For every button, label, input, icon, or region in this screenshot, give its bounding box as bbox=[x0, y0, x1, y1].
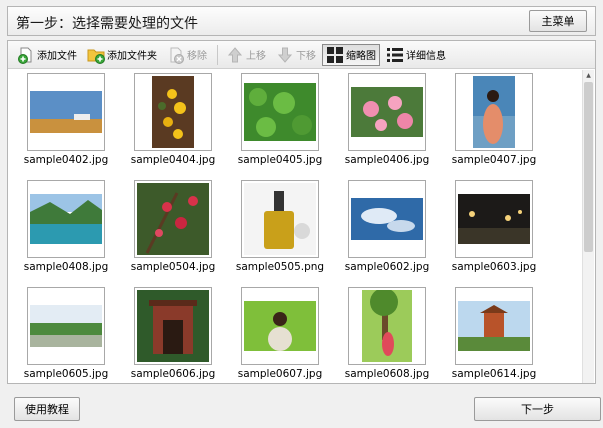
file-thumbnail-tile[interactable]: sample0404.jpg bbox=[123, 73, 223, 166]
file-name-label: sample0607.jpg bbox=[237, 368, 323, 380]
grid-view-icon bbox=[326, 46, 344, 64]
thumbnail-image[interactable] bbox=[455, 287, 533, 365]
thumbnail-image[interactable] bbox=[241, 180, 319, 258]
thumbnail-image[interactable] bbox=[455, 73, 533, 151]
tutorial-button[interactable]: 使用教程 bbox=[14, 397, 80, 421]
thumbnail-image[interactable] bbox=[27, 287, 105, 365]
thumbnail-image[interactable] bbox=[134, 180, 212, 258]
file-name-label: sample0404.jpg bbox=[130, 154, 216, 166]
add-file-label: 添加文件 bbox=[37, 51, 77, 62]
thumbnail-grid: sample0402.jpg sample0404.jpg sample0405.j… bbox=[8, 70, 583, 383]
file-thumbnail-tile[interactable]: sample0407.jpg bbox=[444, 73, 544, 166]
file-name-label: sample0608.jpg bbox=[344, 368, 430, 380]
move-up-label: 上移 bbox=[246, 51, 266, 62]
toolbar-separator bbox=[217, 44, 218, 65]
vertical-scrollbar[interactable]: ▲ bbox=[582, 70, 594, 383]
file-name-label: sample0602.jpg bbox=[344, 261, 430, 273]
file-name-label: sample0505.png bbox=[235, 261, 325, 273]
thumbnail-image[interactable] bbox=[241, 73, 319, 151]
details-view-label: 详细信息 bbox=[406, 51, 446, 62]
thumbnail-image[interactable] bbox=[455, 180, 533, 258]
file-thumbnail-tile[interactable]: sample0408.jpg bbox=[16, 180, 116, 273]
file-name-label: sample0603.jpg bbox=[451, 261, 537, 273]
remove-label: 移除 bbox=[187, 51, 207, 62]
toolbar: 添加文件 添加文件夹 移除 上移 下移 缩略图 详细信息 bbox=[8, 41, 595, 69]
page-title: 第一步：选择需要处理的文件 bbox=[16, 16, 198, 32]
move-up-button[interactable]: 上移 bbox=[222, 44, 270, 66]
file-name-label: sample0408.jpg bbox=[23, 261, 109, 273]
thumbnail-view-label: 缩略图 bbox=[346, 51, 376, 62]
arrow-down-icon bbox=[276, 46, 294, 64]
file-name-label: sample0407.jpg bbox=[451, 154, 537, 166]
thumbnail-image[interactable] bbox=[27, 73, 105, 151]
thumbnail-image[interactable] bbox=[348, 287, 426, 365]
add-folder-icon bbox=[87, 46, 105, 64]
file-name-label: sample0504.jpg bbox=[130, 261, 216, 273]
move-down-button[interactable]: 下移 bbox=[272, 44, 320, 66]
file-thumbnail-tile[interactable]: sample0505.png bbox=[230, 180, 330, 273]
file-name-label: sample0402.jpg bbox=[23, 154, 109, 166]
thumbnail-image[interactable] bbox=[27, 180, 105, 258]
file-thumbnail-tile[interactable]: sample0606.jpg bbox=[123, 287, 223, 380]
thumbnail-image[interactable] bbox=[348, 73, 426, 151]
thumbnail-image[interactable] bbox=[134, 73, 212, 151]
file-panel: 添加文件 添加文件夹 移除 上移 下移 缩略图 详细信息 sample0402.… bbox=[7, 40, 596, 384]
file-thumbnail-tile[interactable]: sample0605.jpg bbox=[16, 287, 116, 380]
file-thumbnail-tile[interactable]: sample0608.jpg bbox=[337, 287, 437, 380]
file-thumbnail-tile[interactable]: sample0402.jpg bbox=[16, 73, 116, 166]
add-folder-button[interactable]: 添加文件夹 bbox=[83, 44, 161, 66]
file-thumbnail-tile[interactable]: sample0602.jpg bbox=[337, 180, 437, 273]
file-thumbnail-tile[interactable]: sample0406.jpg bbox=[337, 73, 437, 166]
file-thumbnail-tile[interactable]: sample0607.jpg bbox=[230, 287, 330, 380]
thumbnail-view-button[interactable]: 缩略图 bbox=[322, 43, 380, 66]
file-name-label: sample0614.jpg bbox=[451, 368, 537, 380]
file-thumbnail-tile[interactable]: sample0405.jpg bbox=[230, 73, 330, 166]
add-folder-label: 添加文件夹 bbox=[107, 51, 157, 62]
move-down-label: 下移 bbox=[296, 51, 316, 62]
thumbnail-image[interactable] bbox=[241, 287, 319, 365]
next-step-button[interactable]: 下一步 bbox=[474, 397, 601, 421]
step-header: 第一步：选择需要处理的文件 主菜单 bbox=[7, 6, 596, 36]
add-file-button[interactable]: 添加文件 bbox=[13, 44, 81, 66]
file-thumbnail-tile[interactable]: sample0614.jpg bbox=[444, 287, 544, 380]
thumbnail-image[interactable] bbox=[348, 180, 426, 258]
scroll-up-icon[interactable]: ▲ bbox=[583, 70, 594, 80]
arrow-up-icon bbox=[226, 46, 244, 64]
details-view-button[interactable]: 详细信息 bbox=[382, 44, 450, 66]
remove-icon bbox=[167, 46, 185, 64]
remove-button[interactable]: 移除 bbox=[163, 44, 211, 66]
file-name-label: sample0606.jpg bbox=[130, 368, 216, 380]
file-thumbnail-tile[interactable]: sample0504.jpg bbox=[123, 180, 223, 273]
scrollbar-thumb[interactable] bbox=[584, 82, 593, 252]
thumbnail-image[interactable] bbox=[134, 287, 212, 365]
file-thumbnail-tile[interactable]: sample0603.jpg bbox=[444, 180, 544, 273]
file-name-label: sample0406.jpg bbox=[344, 154, 430, 166]
main-menu-button[interactable]: 主菜单 bbox=[529, 10, 587, 32]
file-name-label: sample0605.jpg bbox=[23, 368, 109, 380]
file-name-label: sample0405.jpg bbox=[237, 154, 323, 166]
list-view-icon bbox=[386, 46, 404, 64]
add-file-icon bbox=[17, 46, 35, 64]
